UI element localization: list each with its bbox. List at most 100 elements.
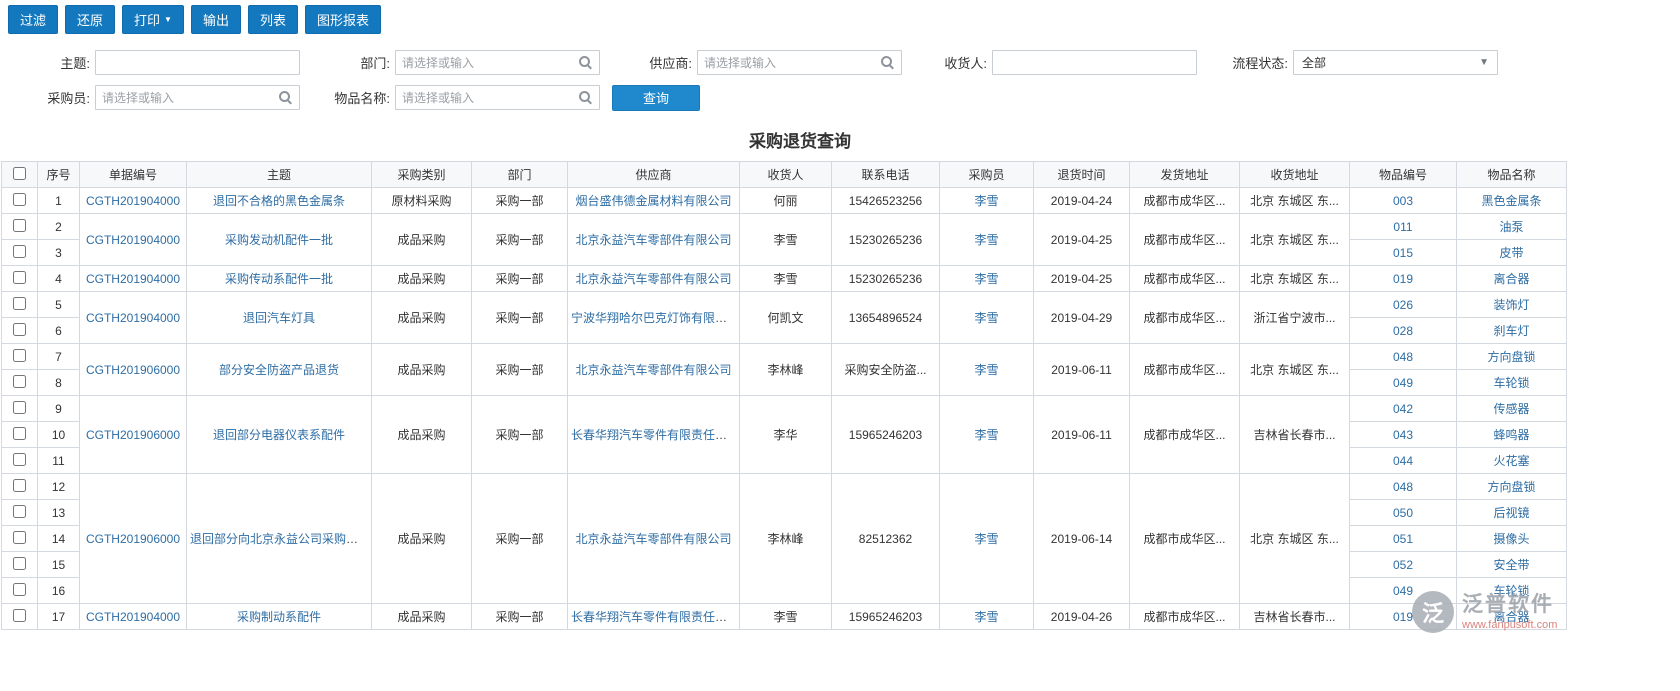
item-name-link[interactable]: 离合器 xyxy=(1493,610,1529,624)
restore-button[interactable]: 还原 xyxy=(65,5,116,34)
row-checkbox[interactable] xyxy=(13,426,26,440)
item-no-link[interactable]: 050 xyxy=(1393,506,1413,520)
supplier-link[interactable]: 北京永益汽车零部件有限公司 xyxy=(575,532,731,546)
row-checkbox[interactable] xyxy=(13,192,26,206)
item-no-link[interactable]: 048 xyxy=(1393,480,1413,494)
item-name-link[interactable]: 方向盘锁 xyxy=(1487,480,1535,494)
item-name-link[interactable]: 火花塞 xyxy=(1493,454,1529,468)
select-all-checkbox[interactable] xyxy=(13,166,26,180)
item-no-link[interactable]: 019 xyxy=(1393,272,1413,286)
print-button[interactable]: 打印 ▼ xyxy=(122,5,184,34)
subject-link[interactable]: 采购发动机配件一批 xyxy=(225,233,333,247)
subject-link[interactable]: 退回不合格的黑色金属条 xyxy=(213,194,345,208)
item-name-link[interactable]: 车轮锁 xyxy=(1493,376,1529,390)
purchaser-link[interactable]: 李雪 xyxy=(974,610,998,624)
doc-no-link[interactable]: CGTH201904000 xyxy=(86,610,180,624)
row-checkbox[interactable] xyxy=(13,452,26,466)
purchaser-link[interactable]: 李雪 xyxy=(974,428,998,442)
consignee-input[interactable] xyxy=(992,50,1197,75)
list-button[interactable]: 列表 xyxy=(247,5,298,34)
row-checkbox[interactable] xyxy=(13,296,26,310)
purchaser-link[interactable]: 李雪 xyxy=(974,363,998,377)
supplier-link[interactable]: 北京永益汽车零部件有限公司 xyxy=(575,272,731,286)
subject-link[interactable]: 退回汽车灯具 xyxy=(243,311,315,325)
doc-no-link[interactable]: CGTH201904000 xyxy=(86,272,180,286)
item-no-link[interactable]: 042 xyxy=(1393,402,1413,416)
item-no-link[interactable]: 044 xyxy=(1393,454,1413,468)
item-name-link[interactable]: 后视镜 xyxy=(1493,506,1529,520)
supplier-search-icon[interactable] xyxy=(880,55,895,70)
item-name-link[interactable]: 蜂鸣器 xyxy=(1493,428,1529,442)
filter-button[interactable]: 过滤 xyxy=(8,5,59,34)
subject-link[interactable]: 采购传动系配件一批 xyxy=(225,272,333,286)
graph-report-button[interactable]: 图形报表 xyxy=(305,5,382,34)
supplier-link[interactable]: 长春华翔汽车零件有限责任公... xyxy=(571,428,737,442)
item-name-link[interactable]: 方向盘锁 xyxy=(1487,350,1535,364)
row-checkbox[interactable] xyxy=(13,322,26,336)
row-checkbox[interactable] xyxy=(13,478,26,492)
item-no-link[interactable]: 043 xyxy=(1393,428,1413,442)
supplier-input[interactable] xyxy=(704,55,880,70)
row-checkbox[interactable] xyxy=(13,530,26,544)
doc-no-link[interactable]: CGTH201906000 xyxy=(86,363,180,377)
row-checkbox[interactable] xyxy=(13,374,26,388)
doc-no-link[interactable]: CGTH201904000 xyxy=(86,311,180,325)
row-checkbox[interactable] xyxy=(13,270,26,284)
purchaser-link[interactable]: 李雪 xyxy=(974,194,998,208)
supplier-link[interactable]: 北京永益汽车零部件有限公司 xyxy=(575,363,731,377)
item-name-link[interactable]: 传感器 xyxy=(1493,402,1529,416)
row-checkbox[interactable] xyxy=(13,244,26,258)
item-no-link[interactable]: 026 xyxy=(1393,298,1413,312)
supplier-link[interactable]: 烟台盛伟德金属材料有限公司 xyxy=(575,194,731,208)
item-no-link[interactable]: 049 xyxy=(1393,376,1413,390)
purchaser-search-icon[interactable] xyxy=(278,90,293,105)
item-no-link[interactable]: 015 xyxy=(1393,246,1413,260)
item-no-link[interactable]: 011 xyxy=(1393,220,1412,234)
subject-link[interactable]: 退回部分向北京永益公司采购的安 xyxy=(190,532,370,546)
item-name-link[interactable]: 黑色金属条 xyxy=(1481,194,1541,208)
item-name-input[interactable] xyxy=(402,90,578,105)
row-checkbox[interactable] xyxy=(13,218,26,232)
item-name-search-icon[interactable] xyxy=(578,90,593,105)
subject-link[interactable]: 采购制动系配件 xyxy=(237,610,321,624)
purchaser-input[interactable] xyxy=(102,90,278,105)
output-button[interactable]: 输出 xyxy=(190,5,241,34)
item-name-link[interactable]: 装饰灯 xyxy=(1493,298,1529,312)
supplier-link[interactable]: 长春华翔汽车零件有限责任公... xyxy=(571,610,737,624)
item-no-link[interactable]: 048 xyxy=(1393,350,1413,364)
supplier-link[interactable]: 北京永益汽车零部件有限公司 xyxy=(575,233,731,247)
item-name-link[interactable]: 摄像头 xyxy=(1493,532,1529,546)
dept-search-icon[interactable] xyxy=(578,55,593,70)
subject-input[interactable] xyxy=(95,50,300,75)
doc-no-link[interactable]: CGTH201906000 xyxy=(86,428,180,442)
row-checkbox[interactable] xyxy=(13,400,26,414)
item-no-link[interactable]: 003 xyxy=(1393,194,1413,208)
item-name-link[interactable]: 安全带 xyxy=(1493,558,1529,572)
item-name-link[interactable]: 皮带 xyxy=(1499,246,1523,260)
purchaser-link[interactable]: 李雪 xyxy=(974,272,998,286)
item-name-link[interactable]: 油泵 xyxy=(1499,220,1523,234)
row-checkbox[interactable] xyxy=(13,348,26,362)
item-no-link[interactable]: 028 xyxy=(1393,324,1413,338)
subject-link[interactable]: 部分安全防盗产品退货 xyxy=(219,363,339,377)
row-checkbox[interactable] xyxy=(13,504,26,518)
item-name-link[interactable]: 车轮锁 xyxy=(1493,584,1529,598)
supplier-link[interactable]: 宁波华翔哈尔巴克灯饰有限公... xyxy=(571,311,737,325)
doc-no-link[interactable]: CGTH201904000 xyxy=(86,194,180,208)
query-button[interactable]: 查询 xyxy=(612,84,700,111)
item-name-link[interactable]: 刹车灯 xyxy=(1493,324,1529,338)
item-no-link[interactable]: 049 xyxy=(1393,584,1413,598)
doc-no-link[interactable]: CGTH201906000 xyxy=(86,532,180,546)
item-name-link[interactable]: 离合器 xyxy=(1493,272,1529,286)
item-no-link[interactable]: 051 xyxy=(1393,532,1413,546)
row-checkbox[interactable] xyxy=(13,556,26,570)
row-checkbox[interactable] xyxy=(13,608,26,622)
doc-no-link[interactable]: CGTH201904000 xyxy=(86,233,180,247)
row-checkbox[interactable] xyxy=(13,582,26,596)
status-select[interactable]: 全部 ▼ xyxy=(1293,50,1498,75)
purchaser-link[interactable]: 李雪 xyxy=(974,311,998,325)
purchaser-link[interactable]: 李雪 xyxy=(974,532,998,546)
dept-input[interactable] xyxy=(402,55,578,70)
subject-link[interactable]: 退回部分电器仪表系配件 xyxy=(213,428,345,442)
purchaser-link[interactable]: 李雪 xyxy=(974,233,998,247)
